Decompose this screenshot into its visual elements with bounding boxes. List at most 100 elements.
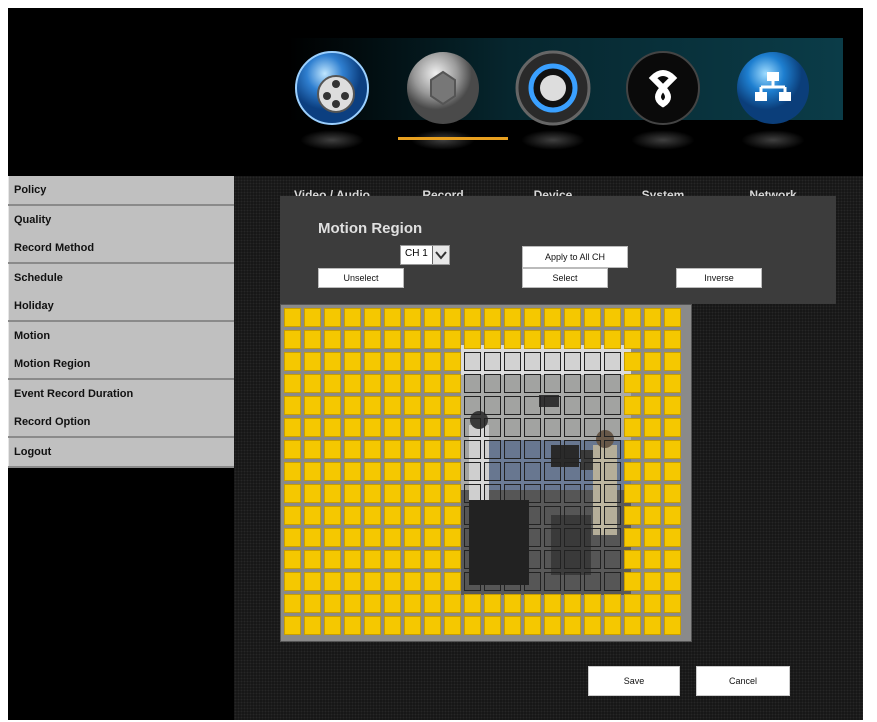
grid-cell[interactable] — [424, 396, 441, 415]
grid-cell[interactable] — [524, 374, 541, 393]
grid-cell[interactable] — [284, 572, 301, 591]
grid-cell[interactable] — [464, 616, 481, 635]
grid-cell[interactable] — [304, 308, 321, 327]
grid-cell[interactable] — [524, 308, 541, 327]
grid-cell[interactable] — [324, 418, 341, 437]
grid-cell[interactable] — [384, 572, 401, 591]
grid-cell[interactable] — [664, 616, 681, 635]
grid-cell[interactable] — [344, 506, 361, 525]
grid-cell[interactable] — [504, 330, 521, 349]
grid-cell[interactable] — [624, 616, 641, 635]
grid-cell[interactable] — [284, 528, 301, 547]
grid-cell[interactable] — [544, 418, 561, 437]
grid-cell[interactable] — [444, 396, 461, 415]
grid-cell[interactable] — [444, 594, 461, 613]
grid-cell[interactable] — [304, 462, 321, 481]
grid-cell[interactable] — [604, 528, 621, 547]
select-button[interactable]: Select — [522, 268, 608, 288]
grid-cell[interactable] — [524, 330, 541, 349]
grid-cell[interactable] — [364, 308, 381, 327]
grid-cell[interactable] — [324, 484, 341, 503]
grid-cell[interactable] — [484, 484, 501, 503]
grid-cell[interactable] — [424, 330, 441, 349]
grid-cell[interactable] — [364, 572, 381, 591]
grid-cell[interactable] — [664, 528, 681, 547]
grid-cell[interactable] — [404, 484, 421, 503]
grid-cell[interactable] — [624, 440, 641, 459]
grid-cell[interactable] — [384, 440, 401, 459]
sidebar-item-logout[interactable]: Logout — [8, 438, 234, 466]
grid-cell[interactable] — [424, 572, 441, 591]
grid-cell[interactable] — [304, 374, 321, 393]
grid-cell[interactable] — [444, 308, 461, 327]
grid-cell[interactable] — [284, 616, 301, 635]
grid-cell[interactable] — [564, 550, 581, 569]
grid-cell[interactable] — [464, 506, 481, 525]
grid-cell[interactable] — [344, 616, 361, 635]
sidebar-item-record-option[interactable]: Record Option — [8, 408, 234, 436]
grid-cell[interactable] — [644, 572, 661, 591]
grid-cell[interactable] — [444, 572, 461, 591]
grid-cell[interactable] — [424, 352, 441, 371]
grid-cell[interactable] — [544, 440, 561, 459]
grid-cell[interactable] — [284, 374, 301, 393]
grid-cell[interactable] — [364, 330, 381, 349]
grid-cell[interactable] — [404, 462, 421, 481]
grid-cell[interactable] — [484, 418, 501, 437]
grid-cell[interactable] — [344, 374, 361, 393]
grid-cell[interactable] — [444, 462, 461, 481]
grid-cell[interactable] — [584, 418, 601, 437]
grid-cell[interactable] — [604, 330, 621, 349]
grid-cell[interactable] — [284, 308, 301, 327]
grid-cell[interactable] — [524, 594, 541, 613]
unselect-button[interactable]: Unselect — [318, 268, 404, 288]
grid-cell[interactable] — [404, 374, 421, 393]
grid-cell[interactable] — [644, 616, 661, 635]
grid-cell[interactable] — [524, 572, 541, 591]
grid-cell[interactable] — [304, 506, 321, 525]
grid-cell[interactable] — [504, 418, 521, 437]
grid-cell[interactable] — [464, 528, 481, 547]
grid-cell[interactable] — [384, 418, 401, 437]
grid-cell[interactable] — [564, 374, 581, 393]
save-button[interactable]: Save — [588, 666, 680, 696]
nav-video-audio[interactable]: Video / Audio — [282, 48, 382, 202]
grid-cell[interactable] — [464, 396, 481, 415]
grid-cell[interactable] — [524, 418, 541, 437]
grid-cell[interactable] — [504, 506, 521, 525]
grid-cell[interactable] — [604, 550, 621, 569]
nav-network[interactable]: Network — [723, 48, 823, 202]
grid-cell[interactable] — [664, 352, 681, 371]
grid-cell[interactable] — [384, 550, 401, 569]
grid-cell[interactable] — [324, 528, 341, 547]
grid-cell[interactable] — [464, 418, 481, 437]
grid-cell[interactable] — [424, 418, 441, 437]
grid-cell[interactable] — [284, 550, 301, 569]
grid-cell[interactable] — [484, 308, 501, 327]
grid-cell[interactable] — [644, 462, 661, 481]
grid-cell[interactable] — [544, 550, 561, 569]
grid-cell[interactable] — [344, 462, 361, 481]
grid-cell[interactable] — [504, 484, 521, 503]
grid-cell[interactable] — [504, 616, 521, 635]
grid-cell[interactable] — [664, 396, 681, 415]
grid-cell[interactable] — [384, 308, 401, 327]
grid-cell[interactable] — [344, 528, 361, 547]
grid-cell[interactable] — [584, 462, 601, 481]
grid-cell[interactable] — [304, 352, 321, 371]
grid-cell[interactable] — [604, 418, 621, 437]
grid-cell[interactable] — [464, 572, 481, 591]
grid-cell[interactable] — [364, 352, 381, 371]
grid-cell[interactable] — [604, 462, 621, 481]
sidebar-item-event-record-duration[interactable]: Event Record Duration — [8, 380, 234, 408]
grid-cell[interactable] — [284, 440, 301, 459]
grid-cell[interactable] — [644, 528, 661, 547]
grid-cell[interactable] — [484, 506, 501, 525]
grid-cell[interactable] — [324, 308, 341, 327]
grid-cell[interactable] — [664, 572, 681, 591]
grid-cell[interactable] — [484, 594, 501, 613]
grid-cell[interactable] — [644, 440, 661, 459]
grid-cell[interactable] — [604, 484, 621, 503]
grid-cell[interactable] — [524, 352, 541, 371]
grid-cell[interactable] — [444, 352, 461, 371]
